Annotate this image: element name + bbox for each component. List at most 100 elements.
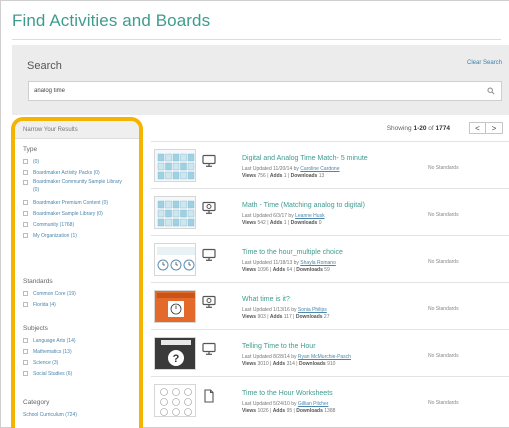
- svg-text:?: ?: [173, 353, 180, 365]
- result-standards: No Standards: [428, 306, 459, 312]
- type-filter-group: Type (0) Boardmaker Activity Packs (0) B…: [23, 146, 128, 241]
- result-views: 1096: [257, 266, 269, 273]
- checkbox[interactable]: [23, 200, 28, 205]
- type-filter-option[interactable]: Boardmaker Activity Packs (0): [23, 167, 128, 178]
- checkbox[interactable]: [23, 159, 28, 164]
- subjects-filter-option[interactable]: Science (3): [23, 357, 76, 368]
- type-filter-option[interactable]: Boardmaker Premium Content (0): [23, 197, 128, 208]
- result-row[interactable]: Math - Time (Matching analog to digital)…: [151, 188, 509, 235]
- standards-filter-option[interactable]: Common Core (19): [23, 288, 76, 299]
- result-author-link[interactable]: Caroline Cardone: [300, 166, 339, 172]
- result-views: 1026: [257, 407, 269, 414]
- result-thumbnail[interactable]: [154, 196, 196, 229]
- result-row[interactable]: What time is it? Last Updated 1/13/16 by …: [151, 282, 509, 329]
- checkbox[interactable]: [23, 302, 28, 307]
- search-input[interactable]: [29, 82, 469, 100]
- result-adds-label: Adds: [269, 172, 283, 179]
- checkbox[interactable]: [23, 360, 28, 365]
- type-filter-option[interactable]: My Organization (1): [23, 230, 128, 241]
- standards-filter-label: Common Core (19): [33, 290, 76, 297]
- checkbox[interactable]: [23, 170, 28, 175]
- interactive-monitor-icon: [202, 201, 216, 215]
- clear-search-link[interactable]: Clear Search: [467, 60, 502, 66]
- result-views-label: Views: [242, 172, 257, 179]
- checkbox[interactable]: [23, 233, 28, 238]
- checkbox[interactable]: [23, 291, 28, 296]
- document-icon: [202, 389, 216, 403]
- checkbox[interactable]: [23, 222, 28, 227]
- result-updated: Last Updated 11/20/14 by: [242, 166, 299, 172]
- result-title-link[interactable]: Time to the Hour Worksheets: [242, 390, 333, 397]
- search-icon[interactable]: [487, 87, 495, 95]
- result-adds: 117: [283, 313, 292, 320]
- interactive-monitor-icon: [202, 295, 216, 309]
- subjects-filter-option[interactable]: Social Studies (6): [23, 368, 76, 379]
- result-thumbnail[interactable]: [154, 243, 196, 276]
- app-frame: Find Activities and Boards Search Clear …: [0, 0, 509, 428]
- subjects-filter-option[interactable]: Language Arts (14): [23, 335, 76, 346]
- checkbox[interactable]: [23, 211, 28, 216]
- result-thumbnail[interactable]: [154, 384, 196, 417]
- result-row[interactable]: Digital and Analog Time Match- 5 minute L…: [151, 141, 509, 188]
- result-row[interactable]: ? Telling Time to the Hour Last Updated 8/…: [151, 329, 509, 376]
- result-author-link[interactable]: Shayla Romano: [300, 260, 336, 266]
- checkbox[interactable]: [23, 371, 28, 376]
- filter-sidebar: Narrow Your Results Type (0) Boardmaker …: [11, 117, 143, 428]
- result-author-link[interactable]: Sonia Philips: [298, 307, 327, 313]
- result-downloads: 27: [323, 313, 330, 320]
- result-row[interactable]: Time to the hour_multiple choice Last Upd…: [151, 235, 509, 282]
- subjects-filter-label: Mathematics (13): [33, 348, 72, 355]
- category-filter-group: Category School Curriculum (724): [23, 399, 77, 420]
- category-filter-title: Category: [23, 399, 50, 406]
- result-title-link[interactable]: Digital and Analog Time Match- 5 minute: [242, 155, 368, 162]
- result-author-link[interactable]: Ryan McMurchie-Pasch: [298, 354, 351, 360]
- standards-filter-option[interactable]: Florida (4): [23, 299, 76, 310]
- result-author-link[interactable]: Leanne Husk: [295, 213, 324, 219]
- result-downloads: 59: [324, 266, 330, 273]
- subjects-filter-option[interactable]: Mathematics (13): [23, 346, 76, 357]
- standards-filter-label: Florida (4): [33, 301, 56, 308]
- result-views-label: Views: [242, 407, 257, 414]
- result-adds: 95: [286, 407, 293, 414]
- result-downloads: 0: [318, 219, 322, 226]
- result-title-link[interactable]: Time to the hour_multiple choice: [242, 249, 343, 256]
- result-thumbnail[interactable]: [154, 290, 196, 323]
- result-adds-label: Adds: [272, 360, 286, 367]
- result-row[interactable]: Time to the Hour Worksheets Last Updated …: [151, 376, 509, 423]
- result-title-link[interactable]: Telling Time to the Hour: [242, 343, 316, 350]
- type-filter-option[interactable]: Boardmaker Community Sample Library (0): [23, 178, 128, 194]
- checkbox[interactable]: [23, 180, 28, 185]
- standards-filter-group: Standards Common Core (19) Florida (4): [23, 278, 76, 310]
- next-page-button[interactable]: >: [486, 122, 503, 134]
- checkbox[interactable]: [23, 338, 28, 343]
- results-count-prefix: Showing: [386, 125, 412, 132]
- result-views: 542: [257, 219, 266, 226]
- result-title-link[interactable]: What time is it?: [242, 296, 290, 303]
- results-list: Digital and Analog Time Match- 5 minute L…: [151, 141, 509, 423]
- result-thumbnail[interactable]: ?: [154, 337, 196, 370]
- checkbox[interactable]: [23, 349, 28, 354]
- monitor-icon: [202, 342, 216, 356]
- type-filter-label: My Organization (1): [33, 232, 77, 239]
- subjects-filter-group: Subjects Language Arts (14) Mathematics …: [23, 325, 76, 379]
- category-filter-option[interactable]: School Curriculum (724): [23, 409, 77, 420]
- result-views: 903: [257, 313, 266, 320]
- result-downloads-label: Downloads: [296, 407, 323, 414]
- subjects-filter-title: Subjects: [23, 325, 48, 332]
- type-filter-option[interactable]: (0): [23, 156, 128, 167]
- result-standards: No Standards: [428, 212, 459, 218]
- type-filter-option[interactable]: Community (1768): [23, 219, 128, 230]
- result-downloads-label: Downloads: [290, 172, 318, 179]
- type-filter-option[interactable]: Boardmaker Sample Library (0): [23, 208, 128, 219]
- result-downloads-label: Downloads: [295, 313, 323, 320]
- page-title: Find Activities and Boards: [12, 11, 211, 30]
- result-downloads-label: Downloads: [299, 360, 326, 367]
- type-filter-label: Boardmaker Premium Content (0): [33, 199, 109, 206]
- result-title-link[interactable]: Math - Time (Matching analog to digital): [242, 202, 365, 209]
- result-standards: No Standards: [428, 259, 459, 265]
- result-thumbnail[interactable]: [154, 149, 196, 182]
- previous-page-button[interactable]: <: [469, 122, 486, 134]
- result-downloads-label: Downloads: [296, 266, 323, 273]
- result-downloads: 13: [318, 172, 325, 179]
- result-author-link[interactable]: Gillian Pilcher: [298, 401, 329, 407]
